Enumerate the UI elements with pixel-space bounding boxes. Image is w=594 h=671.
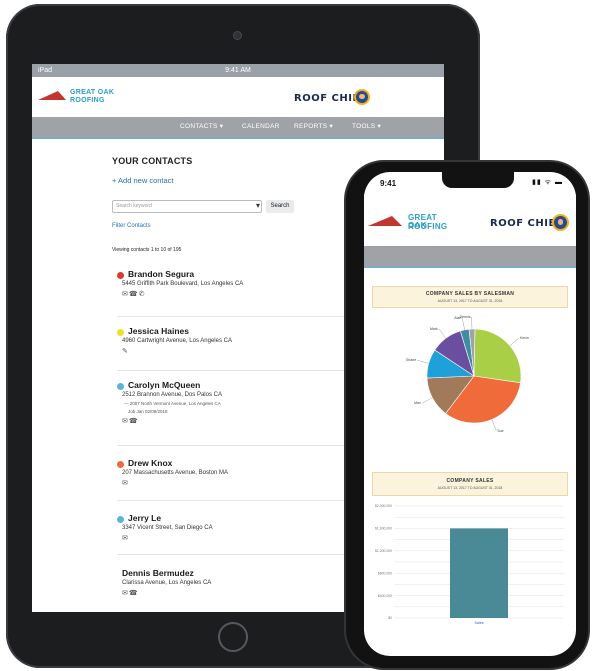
pie-leader-line	[491, 419, 497, 431]
roof-logo-icon	[368, 216, 402, 226]
divider	[117, 554, 347, 555]
phone-site-header: GREAT OAK ROOFING ROOF CHIEF	[364, 194, 576, 246]
user-avatar[interactable]	[354, 89, 370, 105]
pie-leader-line	[509, 337, 520, 346]
y-tick-label: $1,600,000	[375, 527, 392, 531]
contact-address: 207 Massachusetts Avenue, Boston MA	[122, 470, 228, 476]
x-tick-label: Sales	[475, 621, 484, 625]
bar-chart-card: COMPANY SALES AUGUST 13, 2017 TO AUGUST …	[372, 472, 568, 496]
pie-chart-title: COMPANY SALES BY SALESMAN	[425, 291, 515, 297]
phone-nav-bar[interactable]	[364, 246, 576, 268]
contact-name[interactable]: Dennis Bermudez	[122, 568, 194, 578]
user-avatar[interactable]	[552, 214, 569, 231]
contact-action-icons[interactable]: ✉☎✆	[122, 290, 145, 298]
y-tick-label: $400,000	[378, 594, 392, 598]
y-tick-label: $2,000,000	[375, 504, 392, 508]
contact-action-icons[interactable]: ✉☎	[122, 417, 139, 425]
phone-status-bar: 9:41 ▮▮ ᯤ ▬	[364, 172, 576, 194]
add-contact-link[interactable]: + Add new contact	[112, 176, 174, 185]
pie-label-max: Max	[414, 401, 421, 406]
pie-label-sue: Sue	[497, 428, 504, 433]
roof-logo-icon	[38, 91, 66, 100]
pie-label-kevin: Kevin	[520, 335, 529, 340]
chevron-down-icon[interactable]: ▾	[256, 201, 260, 210]
tablet-home-button[interactable]	[218, 622, 248, 652]
contact-name[interactable]: Jessica Haines	[128, 326, 189, 336]
pie-chart-svg	[417, 317, 522, 431]
contact-address: 3347 Vicent Street, San Diego CA	[122, 525, 213, 531]
signal-icon: ▮▮ ᯤ ▬	[532, 179, 563, 186]
contact-alt-address: — 2007 North Vermont Avenue, Los Angeles…	[124, 401, 221, 406]
y-tick-label: $0	[388, 616, 392, 620]
page-title: YOUR CONTACTS	[112, 156, 193, 166]
bar-chart-svg: $0 $400,000 $800,000 $1,200,000 $1,600,000 $2…	[375, 504, 564, 625]
pie-leader-line	[462, 318, 465, 330]
pie-label-dennis: Dennis	[459, 315, 471, 320]
search-placeholder: Search keyword	[116, 203, 152, 209]
tablet-status-bar: iPad 9:41 AM	[32, 64, 444, 77]
logo-line2: ROOFING	[408, 222, 448, 231]
pie-label-mark: Mark	[430, 326, 438, 331]
divider	[117, 316, 347, 317]
company-logo[interactable]: GREAT OAK ROOFING	[38, 87, 118, 109]
status-dot	[117, 329, 124, 336]
nav-reports[interactable]: REPORTS ▾	[294, 117, 333, 137]
y-tick-label: $800,000	[378, 571, 392, 575]
site-header: GREAT OAK ROOFING ROOF CHIEF	[32, 77, 444, 117]
pie-slice-kevin[interactable]	[473, 328, 522, 384]
contact-action-icons[interactable]: ✉	[122, 534, 129, 542]
pie-chart-subtitle: AUGUST 13, 2017 TO AUGUST 31, 2018	[437, 299, 503, 303]
contact-name[interactable]: Brandon Segura	[128, 269, 194, 279]
contact-action-icons[interactable]: ✉☎	[122, 589, 139, 597]
logo-line2: ROOFING	[70, 97, 105, 104]
contact-name[interactable]: Jerry Le	[128, 513, 161, 523]
contact-address: 2512 Brannon Avenue, Dos Palos CA	[122, 392, 222, 398]
divider	[117, 370, 347, 371]
logo-line1: GREAT OAK	[70, 89, 115, 96]
status-dot	[117, 461, 124, 468]
contact-action-icons[interactable]: ✉	[122, 479, 129, 487]
company-logo[interactable]: GREAT OAK ROOFING	[368, 212, 458, 234]
divider	[117, 445, 347, 446]
filter-contacts-link[interactable]: Filter Contacts	[112, 223, 151, 229]
contact-address: 5445 Griffith Park Boulevard, Los Angele…	[122, 281, 244, 287]
contact-job: Job Jan 02/09/2018	[128, 409, 168, 414]
viewing-count: Viewing contacts 1 to 10 of 195	[112, 247, 182, 253]
y-tick-label: $1,200,000	[375, 549, 392, 553]
pie-leader-line	[417, 359, 429, 364]
nav-calendar[interactable]: CALENDAR	[242, 117, 280, 137]
search-input[interactable]: Search keyword	[112, 200, 262, 213]
status-dot	[117, 383, 124, 390]
pie-leader-line	[421, 397, 433, 404]
pie-leader-line	[471, 317, 473, 330]
contact-address: 4960 Cartwright Avenue, Los Angeles CA	[122, 338, 232, 344]
status-dot	[117, 516, 124, 523]
nav-tools[interactable]: TOOLS ▾	[352, 117, 381, 137]
search-button[interactable]: Search	[266, 200, 294, 213]
bar-sales[interactable]	[450, 528, 508, 618]
nav-contacts[interactable]: CONTACTS ▾	[180, 117, 223, 137]
main-nav: CONTACTS ▾ CALENDAR REPORTS ▾ TOOLS ▾	[32, 117, 444, 139]
status-time: 9:41 AM	[225, 67, 251, 74]
divider	[117, 500, 347, 501]
pie-leader-line	[438, 328, 447, 339]
contact-name[interactable]: Drew Knox	[128, 458, 172, 468]
phone-screen: 9:41 ▮▮ ᯤ ▬ GREAT OAK ROOFING ROOF CHIEF…	[364, 172, 576, 656]
bar-chart-subtitle: AUGUST 13, 2017 TO AUGUST 31, 2018	[437, 486, 503, 490]
tablet-camera	[234, 32, 241, 39]
contact-address: Clarissa Avenue, Los Angeles CA	[122, 580, 212, 586]
phone-time: 9:41	[380, 179, 397, 188]
bar-chart-title: COMPANY SALES	[446, 478, 494, 484]
pie-chart: Kevin Sue Max Shane Mark Alan Dennis	[364, 308, 576, 448]
pie-chart-card: COMPANY SALES BY SALESMAN AUGUST 13, 201…	[372, 286, 568, 308]
status-dot	[117, 272, 124, 279]
contact-name[interactable]: Carolyn McQueen	[128, 380, 200, 390]
pie-label-shane: Shane	[406, 358, 417, 363]
contact-action-icons[interactable]: ✎	[122, 347, 129, 355]
bar-chart: $0 $400,000 $800,000 $1,200,000 $1,600,000 $2…	[364, 500, 576, 630]
